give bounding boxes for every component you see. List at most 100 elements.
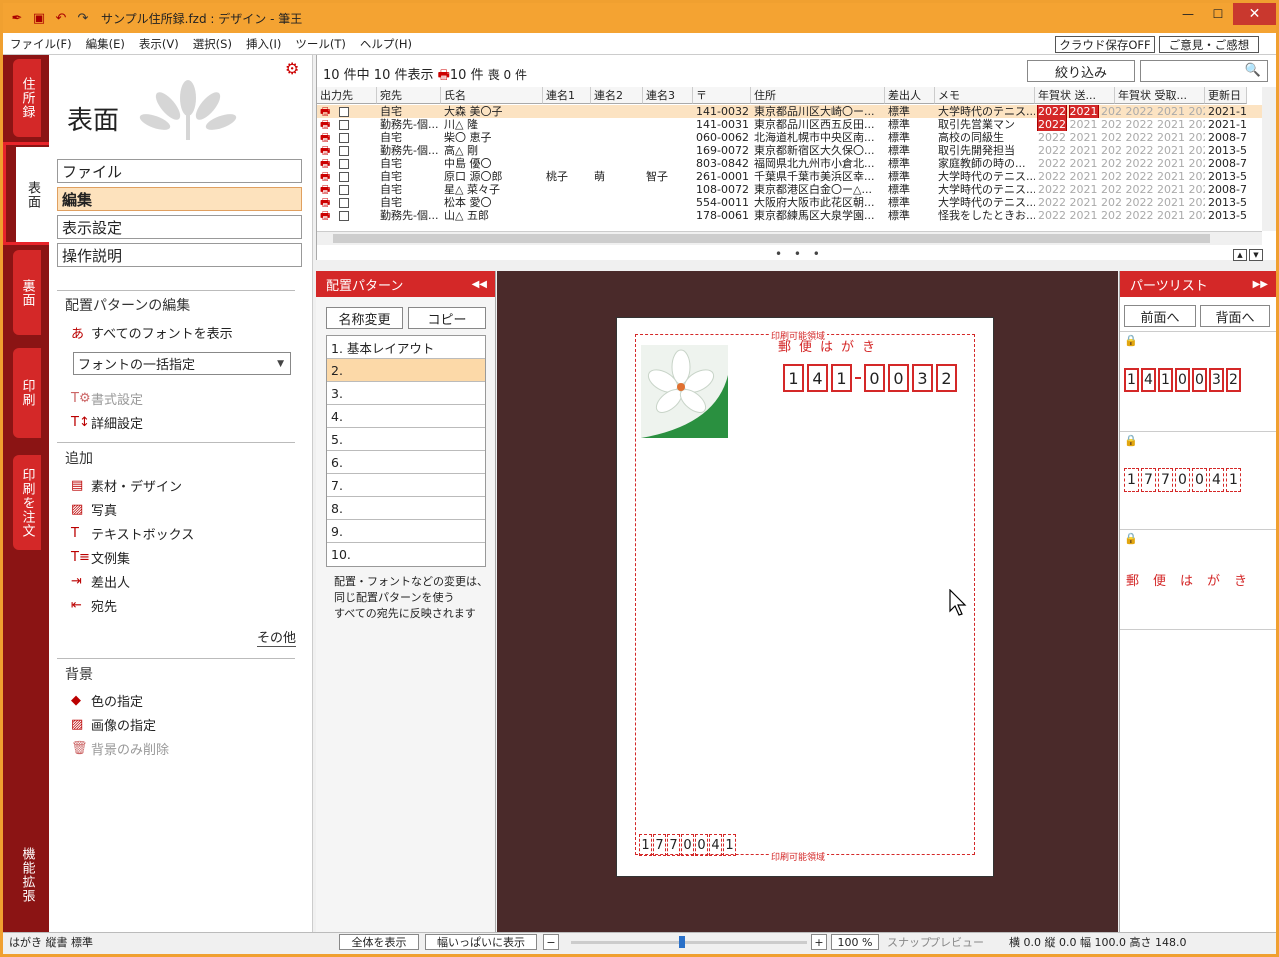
- add-photo-link[interactable]: ▨ 写真: [71, 500, 117, 519]
- pattern-item[interactable]: 3.: [327, 382, 485, 405]
- edit-button[interactable]: 編集: [57, 187, 302, 211]
- column-header[interactable]: 住所: [751, 87, 885, 104]
- printer-icon[interactable]: 🖶: [320, 170, 330, 183]
- table-row[interactable]: 🖶 自宅 松本 愛〇 554-0011 大阪府大阪市此花区朝... 標準 大学時代のテニス.…: [317, 196, 1262, 209]
- app-icon[interactable]: ✒: [9, 10, 25, 26]
- table-row[interactable]: 🖶 自宅 中島 優〇 803-0842 福岡県北九州市小倉北... 標準 家庭教師の時の..…: [317, 157, 1262, 170]
- more-link[interactable]: その他: [257, 627, 297, 647]
- maximize-icon[interactable]: ☐: [1203, 3, 1233, 25]
- menu-select[interactable]: 選択(S): [186, 36, 239, 52]
- add-material-link[interactable]: ▤ 素材・デザイン: [71, 476, 182, 495]
- zoom-slider[interactable]: [571, 936, 807, 948]
- column-header[interactable]: 〒: [693, 87, 751, 104]
- row-checkbox[interactable]: [339, 159, 349, 169]
- column-header[interactable]: メモ: [935, 87, 1035, 104]
- display-settings-button[interactable]: 表示設定: [57, 215, 302, 239]
- tab-back[interactable]: 裏面: [13, 250, 41, 335]
- printer-icon[interactable]: 🖶: [320, 196, 330, 209]
- pattern-item[interactable]: 7.: [327, 474, 485, 497]
- part-item[interactable]: 🔒 1770041: [1120, 431, 1276, 529]
- part-item[interactable]: 🔒 郵便はがき: [1120, 529, 1276, 629]
- collapse-up-icon[interactable]: ▲: [1233, 249, 1247, 261]
- add-recipient-link[interactable]: ⇤ 宛先: [71, 596, 117, 615]
- detail-settings-link[interactable]: T↕ 詳細設定: [71, 413, 143, 432]
- tab-print[interactable]: 印刷: [13, 348, 41, 438]
- table-row[interactable]: 🖶 勤務先-個... 山△ 五郎 178-0061 東京都練馬区大泉学園... 標準 怪我を…: [317, 209, 1262, 222]
- cloud-save-button[interactable]: クラウド保存OFF: [1055, 36, 1155, 53]
- zoom-slider-knob[interactable]: [679, 936, 685, 948]
- copy-button[interactable]: コピー: [408, 307, 486, 329]
- lock-icon[interactable]: 🔒: [1124, 334, 1138, 347]
- undo-icon[interactable]: ↶: [53, 10, 69, 26]
- menu-tools[interactable]: ツール(T): [288, 36, 353, 52]
- search-input[interactable]: 🔍: [1140, 60, 1268, 82]
- column-header[interactable]: 年賀状 送...: [1035, 87, 1115, 104]
- row-checkbox[interactable]: [339, 198, 349, 208]
- sender-zip-boxes[interactable]: 1770041: [639, 834, 737, 856]
- column-header[interactable]: 連名1: [543, 87, 591, 104]
- postcard-heading[interactable]: 郵便はがき: [778, 336, 883, 355]
- tab-order-print[interactable]: 印刷を注文: [13, 455, 41, 550]
- lock-icon[interactable]: 🔒: [1124, 434, 1138, 447]
- gear-icon[interactable]: ⚙: [285, 59, 299, 78]
- lock-icon[interactable]: 🔒: [1124, 532, 1138, 545]
- pattern-item[interactable]: 5.: [327, 428, 485, 451]
- expand-down-icon[interactable]: ▼: [1249, 249, 1263, 261]
- save-icon[interactable]: ▣: [31, 10, 47, 26]
- table-row[interactable]: 🖶 自宅 柴〇 恵子 060-0062 北海道札幌市中央区南... 標準 高校の同級生 202…: [317, 131, 1262, 144]
- design-canvas[interactable]: 印刷可能領域 印刷可能領域 郵便はがき 1410032 1770041: [497, 271, 1118, 932]
- pattern-item[interactable]: 1. 基本レイアウト: [327, 336, 485, 359]
- row-checkbox[interactable]: [339, 146, 349, 156]
- recipient-zip-boxes[interactable]: 1410032: [783, 364, 960, 392]
- table-row[interactable]: 🖶 自宅 大森 美〇子 141-0032 東京都品川区大崎〇ー... 標準 大学時代のテニス…: [317, 105, 1262, 118]
- menu-file[interactable]: ファイル(F): [3, 36, 79, 52]
- menu-view[interactable]: 表示(V): [132, 36, 186, 52]
- bg-image-link[interactable]: ▨ 画像の指定: [71, 715, 156, 734]
- font-bulk-select[interactable]: フォントの一括指定 ▼: [73, 352, 291, 375]
- pattern-item[interactable]: 9.: [327, 520, 485, 543]
- pattern-item[interactable]: 4.: [327, 405, 485, 428]
- table-row[interactable]: 🖶 自宅 星△ 菜々子 108-0072 東京都港区白金〇ー△... 標準 大学時代のテニス…: [317, 183, 1262, 196]
- add-phrases-link[interactable]: T≡ 文例集: [71, 548, 130, 567]
- zoom-level[interactable]: 100 %: [831, 934, 879, 950]
- feedback-button[interactable]: ご意見・ご感想: [1159, 36, 1259, 53]
- zoom-out-button[interactable]: −: [543, 934, 559, 950]
- row-checkbox[interactable]: [339, 133, 349, 143]
- fit-width-button[interactable]: 幅いっぱいに表示: [425, 934, 537, 950]
- redo-icon[interactable]: ↷: [75, 10, 91, 26]
- splitter-handle[interactable]: • • •: [775, 247, 824, 261]
- printer-icon[interactable]: 🖶: [320, 144, 330, 157]
- row-checkbox[interactable]: [339, 107, 349, 117]
- snap-toggle[interactable]: スナップ: [887, 934, 931, 950]
- bg-color-link[interactable]: ◆ 色の指定: [71, 691, 143, 710]
- minimize-icon[interactable]: —: [1173, 3, 1203, 25]
- pattern-item[interactable]: 6.: [327, 451, 485, 474]
- vertical-scrollbar[interactable]: [1262, 87, 1276, 231]
- fit-all-button[interactable]: 全体を表示: [339, 934, 419, 950]
- row-checkbox[interactable]: [339, 120, 349, 130]
- column-header[interactable]: 宛先: [377, 87, 441, 104]
- preview-toggle[interactable]: プレビュー: [929, 934, 984, 950]
- column-header[interactable]: 年賀状 受取...: [1115, 87, 1205, 104]
- pattern-item[interactable]: 2.: [327, 359, 485, 382]
- show-all-fonts-link[interactable]: あすべてのフォントを表示: [71, 323, 233, 342]
- printer-icon[interactable]: 🖶: [320, 118, 330, 131]
- printer-icon[interactable]: 🖶: [320, 131, 330, 144]
- printer-icon[interactable]: 🖶: [320, 183, 330, 196]
- part-item[interactable]: 🔒 1410032: [1120, 331, 1276, 431]
- row-checkbox[interactable]: [339, 185, 349, 195]
- menu-insert[interactable]: 挿入(I): [239, 36, 288, 52]
- bg-delete-link[interactable]: 🗑 背景のみ削除: [71, 739, 169, 758]
- pattern-item[interactable]: 10.: [327, 543, 485, 566]
- table-row[interactable]: 🖶 勤務先-個... 高△ 剛 169-0072 東京都新宿区大久保〇... 標準 取引先開…: [317, 144, 1262, 157]
- add-textbox-link[interactable]: T テキストボックス: [71, 524, 194, 543]
- close-icon[interactable]: ✕: [1233, 3, 1276, 25]
- rename-button[interactable]: 名称変更: [326, 307, 403, 329]
- column-header[interactable]: 出力先: [317, 87, 377, 104]
- add-sender-link[interactable]: ⇥ 差出人: [71, 572, 130, 591]
- horizontal-scrollbar[interactable]: [317, 231, 1262, 245]
- filter-button[interactable]: 絞り込み: [1027, 60, 1135, 82]
- zoom-in-button[interactable]: +: [811, 934, 827, 950]
- printer-icon[interactable]: 🖶: [320, 209, 330, 222]
- menu-help[interactable]: ヘルプ(H): [353, 36, 419, 52]
